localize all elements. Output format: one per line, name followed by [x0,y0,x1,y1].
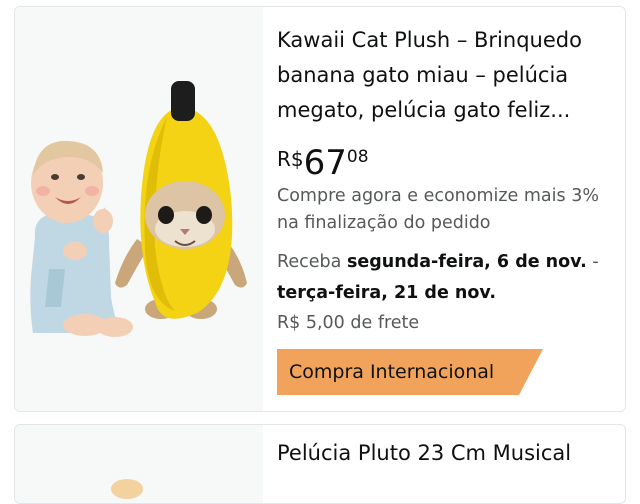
product-image[interactable] [15,7,263,411]
delivery-prefix: Receba [277,252,347,272]
promo-text: Compre agora e economize mais 3% na fina… [277,186,599,233]
international-badge: Compra Internacional [277,349,543,395]
product-title[interactable]: Pelúcia Pluto 23 Cm Musical [277,441,571,465]
price-whole: 67 [303,143,347,183]
product-card[interactable]: Pelúcia Pluto 23 Cm Musical [14,424,626,504]
baby-photo [30,140,133,337]
product-price: R$6708 [277,143,369,183]
price-currency: R$ [277,147,304,171]
delivery-start-date: segunda-feira, 6 de nov. [346,252,587,272]
banana-cat-plush-image [30,81,247,337]
delivery-separator: - [586,252,599,272]
delivery-end-date: terça-feira, 21 de nov. [277,283,497,303]
product-image[interactable] [15,425,263,503]
product-title[interactable]: Kawaii Cat Plush – Brinquedo banana gato… [277,23,617,128]
delivery-text: Receba segunda-feira, 6 de nov. - terça-… [277,247,617,309]
price-fraction: 08 [346,147,369,167]
product-card[interactable]: Kawaii Cat Plush – Brinquedo banana gato… [14,6,626,412]
pluto-plush-image [111,479,143,499]
shipping-cost: R$ 5,00 de frete [277,313,420,333]
